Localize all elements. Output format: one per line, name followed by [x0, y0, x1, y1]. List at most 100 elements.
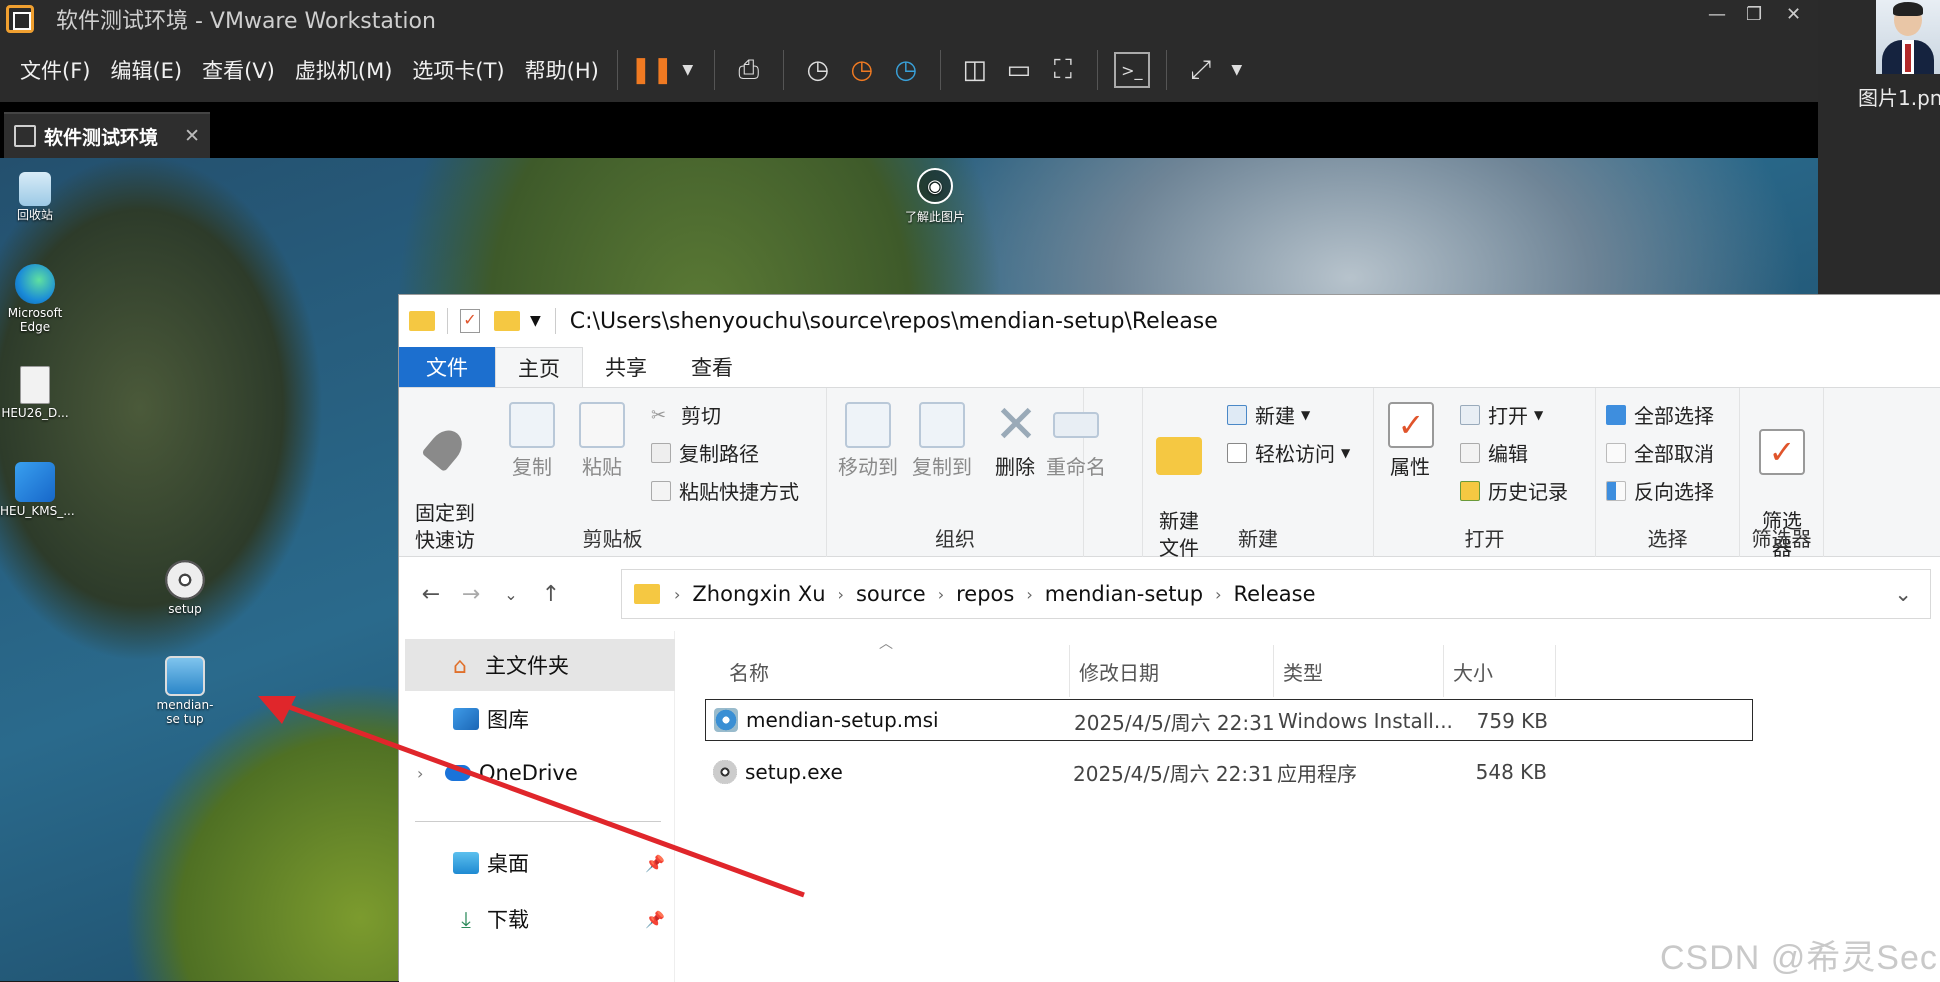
- minimize-icon[interactable]: —: [1708, 4, 1726, 25]
- copy-path-icon: [651, 442, 671, 463]
- menu-tabs[interactable]: 选项卡(T): [412, 55, 504, 85]
- new-item-button[interactable]: 新建 ▼: [1227, 400, 1310, 429]
- tab-close-icon[interactable]: ✕: [184, 125, 200, 147]
- nav-item-desktop[interactable]: 桌面 📌: [399, 837, 669, 889]
- copy-button[interactable]: 复制: [507, 402, 557, 481]
- file-type: 应用程序: [1277, 761, 1357, 786]
- snapshot-revert-icon[interactable]: ◷: [844, 52, 880, 88]
- table-row[interactable]: setup.exe 2025/4/5/周六 22:31 应用程序 548 KB: [705, 751, 1753, 793]
- paste-shortcut-button[interactable]: 粘贴快捷方式: [651, 476, 799, 505]
- learn-about-picture[interactable]: ◉ 了解此图片: [900, 168, 970, 225]
- new-folder-icon[interactable]: [494, 311, 520, 331]
- send-ctrl-alt-del-icon[interactable]: ⎙: [731, 52, 767, 88]
- nav-item-downloads[interactable]: ⤓ 下载 📌: [399, 893, 669, 945]
- ribbon: 固定到 快速访问 复制 粘贴 ✂ 剪切 复制路径 粘贴快捷方式 剪贴板 移动到: [399, 387, 1940, 587]
- forward-arrow-icon[interactable]: →: [451, 582, 491, 607]
- rename-button[interactable]: 重命名: [1041, 402, 1111, 481]
- tab-share[interactable]: 共享: [583, 347, 669, 387]
- desktop-icon-recycle-bin[interactable]: 回收站: [0, 172, 70, 222]
- tab-file[interactable]: 文件: [399, 347, 495, 387]
- vm-tab[interactable]: 软件测试环境 ✕: [4, 112, 210, 158]
- easy-access-button[interactable]: 轻松访问 ▼: [1227, 438, 1350, 467]
- stretch-guest-icon[interactable]: ⤢: [1183, 52, 1219, 88]
- paste-label: 粘贴: [582, 455, 622, 479]
- breadcrumb-item[interactable]: Zhongxin Xu: [692, 582, 825, 606]
- up-arrow-icon[interactable]: ↑: [531, 582, 571, 607]
- open-button[interactable]: 打开 ▼: [1460, 400, 1543, 429]
- invert-selection-label: 反向选择: [1634, 480, 1714, 504]
- desktop-icon-heu26[interactable]: HEU26_D...: [0, 366, 70, 420]
- column-header-size[interactable]: 大小: [1453, 657, 1493, 686]
- sidebar-toggle-icon[interactable]: ◫: [957, 52, 993, 88]
- desktop-icon-label: HEU_KMS_...: [0, 504, 75, 518]
- menu-help[interactable]: 帮助(H): [525, 55, 599, 85]
- pin-icon[interactable]: 📌: [645, 854, 665, 873]
- desktop-icon-mendian-setup[interactable]: mendian-se tup: [150, 656, 220, 727]
- pin-quick-access-button[interactable]: 固定到 快速访问: [407, 402, 483, 581]
- desktop-icon-setup[interactable]: setup: [150, 560, 220, 616]
- delete-button[interactable]: ✕ 删除: [993, 399, 1038, 481]
- invert-selection-button[interactable]: 反向选择: [1606, 476, 1714, 505]
- cut-label: 剪切: [681, 404, 721, 428]
- back-arrow-icon[interactable]: ←: [411, 582, 451, 607]
- pause-icon[interactable]: ❚❚: [630, 52, 674, 88]
- column-header-date[interactable]: 修改日期: [1079, 657, 1159, 686]
- history-button[interactable]: 历史记录: [1460, 476, 1568, 505]
- column-header-name[interactable]: 名称: [729, 657, 769, 686]
- thumbnail-bar-icon[interactable]: ▭: [1001, 52, 1037, 88]
- nav-item-home[interactable]: ⌂ 主文件夹: [405, 639, 675, 691]
- menu-edit[interactable]: 编辑(E): [110, 55, 182, 85]
- host-file-label: 图片1.pn: [1858, 86, 1940, 110]
- menu-file[interactable]: 文件(F): [20, 55, 90, 85]
- select-none-button[interactable]: 全部取消: [1606, 438, 1714, 467]
- qat-dropdown-icon[interactable]: ▼: [530, 313, 541, 329]
- restore-icon[interactable]: ❐: [1746, 4, 1762, 25]
- tab-home[interactable]: 主页: [495, 347, 583, 387]
- recent-dropdown-icon[interactable]: ⌄: [491, 585, 531, 604]
- tab-view[interactable]: 查看: [669, 347, 755, 387]
- pin-icon[interactable]: 📌: [645, 910, 665, 929]
- address-dropdown-icon[interactable]: ⌄: [1894, 582, 1912, 606]
- nav-item-onedrive[interactable]: › OneDrive: [399, 747, 669, 799]
- copy-path-button[interactable]: 复制路径: [651, 438, 759, 467]
- column-header-type[interactable]: 类型: [1283, 657, 1323, 686]
- quick-access-toolbar: ✓ ▼ C:\Users\shenyouchu\source\repos\men…: [399, 295, 1940, 347]
- move-to-button[interactable]: 移动到: [833, 402, 903, 481]
- paste-icon: [579, 402, 625, 448]
- home-icon: ⌂: [453, 654, 467, 679]
- host-image-thumbnail[interactable]: [1876, 0, 1940, 74]
- snapshot-take-icon[interactable]: ◷: [800, 52, 836, 88]
- open-label: 打开: [1488, 404, 1528, 428]
- fullscreen-icon[interactable]: ⛶: [1045, 52, 1081, 88]
- nav-item-label: 桌面: [487, 852, 529, 876]
- breadcrumb-item[interactable]: Release: [1233, 582, 1315, 606]
- close-icon[interactable]: ✕: [1786, 4, 1801, 25]
- copy-to-button[interactable]: 复制到: [907, 402, 977, 481]
- snapshot-manager-icon[interactable]: ◷: [888, 52, 924, 88]
- table-row[interactable]: mendian-setup.msi 2025/4/5/周六 22:31 Wind…: [705, 699, 1753, 741]
- paste-button[interactable]: 粘贴: [577, 402, 627, 481]
- properties-button[interactable]: ✓ 属性: [1388, 402, 1434, 481]
- rename-icon: [1053, 412, 1099, 438]
- breadcrumb-item[interactable]: mendian-setup: [1045, 582, 1203, 606]
- expand-chevron-icon[interactable]: ›: [417, 764, 445, 783]
- cut-button[interactable]: ✂ 剪切: [651, 400, 721, 429]
- menu-vm[interactable]: 虚拟机(M): [295, 55, 393, 85]
- desktop-icon-heu-kms[interactable]: HEU_KMS_...: [0, 462, 75, 518]
- edit-button[interactable]: 编辑: [1460, 438, 1528, 467]
- select-all-button[interactable]: 全部选择: [1606, 400, 1714, 429]
- nav-item-gallery[interactable]: 图库: [399, 693, 669, 745]
- history-icon: [1460, 480, 1480, 501]
- stretch-dropdown-icon[interactable]: ▼: [1227, 52, 1247, 88]
- address-bar[interactable]: › Zhongxin Xu › source › repos › mendian-se…: [621, 569, 1931, 619]
- window-title: 软件测试环境 - VMware Workstation: [56, 9, 436, 34]
- properties-check-icon[interactable]: ✓: [460, 309, 480, 333]
- dropdown-arrow-icon[interactable]: ▼: [678, 52, 698, 88]
- window-path-title: C:\Users\shenyouchu\source\repos\mendian…: [569, 308, 1218, 334]
- console-view-icon[interactable]: >_: [1113, 52, 1150, 88]
- menu-view[interactable]: 查看(V): [202, 55, 275, 85]
- desktop-icon-edge[interactable]: Microsoft Edge: [0, 264, 70, 335]
- folder-icon[interactable]: [409, 311, 435, 331]
- breadcrumb-item[interactable]: source: [856, 582, 926, 606]
- breadcrumb-item[interactable]: repos: [956, 582, 1014, 606]
